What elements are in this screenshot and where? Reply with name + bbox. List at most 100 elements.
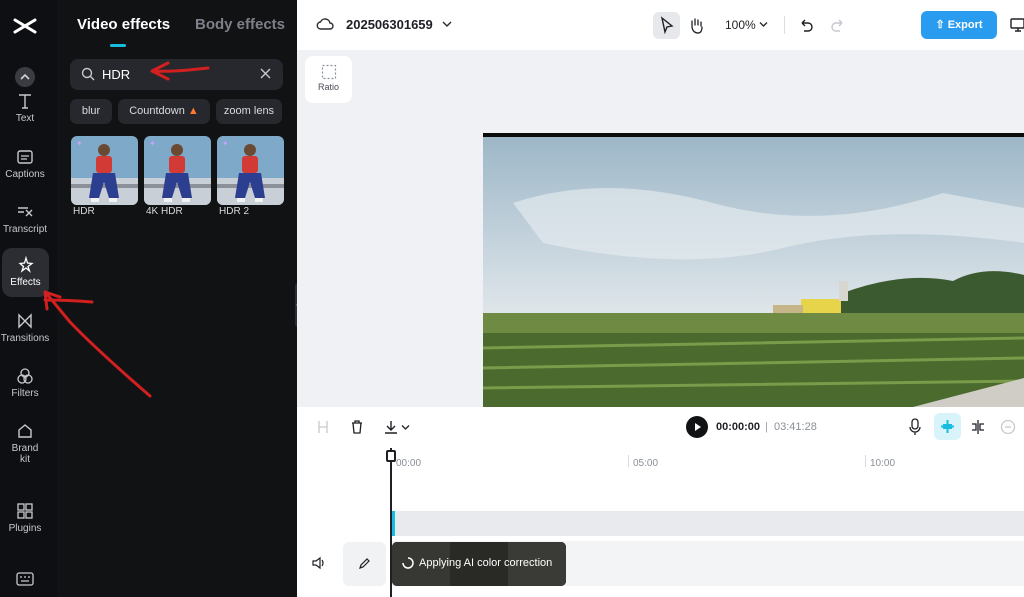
effect-label: HDR 2 [219, 206, 250, 217]
select-tool-button[interactable] [653, 12, 680, 39]
loading-spinner-icon [402, 557, 414, 569]
ruler-label: 10:00 [870, 458, 896, 469]
keyboard-icon[interactable] [16, 572, 34, 586]
tab-body-effects[interactable]: Body effects [195, 16, 285, 33]
rail-item-label: Transcript [2, 224, 48, 235]
export-label: Export [947, 19, 983, 31]
split-range-icon[interactable] [316, 419, 330, 435]
rail-item-text[interactable]: Text [0, 92, 50, 124]
sparkle-icon: ✦ [76, 139, 83, 148]
left-rail: Text Captions Transcript Effects Transit… [0, 0, 57, 597]
microphone-icon[interactable] [908, 418, 922, 436]
rail-item-label: Filters [11, 388, 39, 399]
effects-panel: Video effects Body effects HDR blur Coun… [57, 0, 297, 597]
fire-icon: ▲ [187, 105, 199, 117]
edit-track-button[interactable] [343, 542, 386, 586]
download-icon[interactable] [383, 419, 399, 435]
trash-icon[interactable] [350, 419, 364, 435]
hand-icon [691, 18, 703, 34]
canvas-area: Ratio [297, 50, 1024, 407]
active-tab-indicator [110, 44, 126, 47]
speaker-icon[interactable] [311, 556, 327, 570]
chevron-down-icon[interactable] [442, 20, 452, 28]
chevron-down-icon[interactable] [759, 21, 768, 28]
rail-item-brand-kit[interactable]: Brand kit [0, 422, 50, 465]
ratio-label: Ratio [317, 82, 339, 92]
time-separator: | [765, 421, 768, 433]
ruler-label: 00:00 [396, 458, 422, 469]
rail-item-label: Plugins [8, 523, 42, 534]
chip-zoom-lens[interactable]: zoom lens [216, 99, 282, 124]
export-button[interactable]: ⇧ Export [921, 11, 997, 39]
ruler-tick [865, 455, 866, 467]
rail-item-captions[interactable]: Captions [0, 148, 50, 180]
magnet-snap-button[interactable] [934, 413, 961, 440]
rail-item-transcript[interactable]: Transcript [0, 203, 50, 235]
upload-icon: ⇧ [935, 19, 945, 31]
redo-icon[interactable] [830, 17, 846, 33]
editor-window: Text Captions Transcript Effects Transit… [0, 0, 1024, 597]
aspect-ratio-icon [321, 64, 336, 80]
rail-item-label: Brand [11, 443, 39, 454]
effect-thumbnail-4k-hdr[interactable]: ✦ [144, 136, 211, 205]
rail-item-label: Captions [5, 169, 45, 180]
current-time: 00:00:00 [716, 421, 761, 433]
farm-landscape-image [483, 133, 1024, 407]
hand-tool-button[interactable] [683, 12, 710, 39]
app-logo-icon[interactable] [12, 13, 38, 39]
rail-item-plugins[interactable]: Plugins [0, 502, 50, 534]
video-clip[interactable]: Applying AI color correction [392, 542, 566, 586]
play-button[interactable] [686, 416, 708, 438]
effect-thumbnail-hdr-2[interactable]: ✦ [217, 136, 284, 205]
effect-label: HDR [73, 206, 95, 217]
chevron-down-icon[interactable] [401, 424, 410, 431]
zoom-level[interactable]: 100% [725, 18, 756, 32]
rail-item-filters[interactable]: Filters [0, 367, 50, 399]
toolbar-divider [784, 16, 785, 34]
rail-item-label: Text [15, 113, 35, 124]
playhead[interactable] [390, 448, 392, 597]
zoom-out-icon[interactable] [1000, 419, 1016, 435]
playhead-handle[interactable] [386, 450, 396, 462]
cloud-icon[interactable] [316, 16, 334, 32]
search-icon [81, 67, 95, 81]
effects-icon [17, 256, 34, 274]
chip-blur[interactable]: blur [70, 99, 112, 124]
sparkle-icon: ✦ [149, 139, 156, 148]
collapse-button[interactable] [15, 67, 35, 87]
timeline-toolbar: 00:00:00 | 03:41:28 [297, 407, 1024, 448]
snap-icon [941, 420, 954, 433]
effect-thumbnail-hdr[interactable]: ✦ [71, 136, 138, 205]
chip-countdown[interactable]: Countdown ▲ [118, 99, 210, 124]
chevron-up-icon [20, 73, 30, 80]
project-name[interactable]: 202506301659 [346, 17, 433, 32]
rail-item-label-line2: kit [20, 454, 30, 465]
search-input[interactable]: HDR [102, 67, 130, 82]
text-icon [19, 94, 31, 109]
search-box[interactable]: HDR [70, 59, 283, 90]
tab-video-effects[interactable]: Video effects [77, 16, 170, 33]
split-icon[interactable] [970, 419, 986, 435]
video-track[interactable] [392, 511, 1024, 536]
track-insert-marker [392, 511, 395, 536]
pencil-icon [359, 558, 370, 569]
video-preview[interactable] [483, 133, 1024, 407]
clip-status: Applying AI color correction [419, 557, 553, 569]
brand-kit-icon [18, 424, 32, 438]
total-duration: 03:41:28 [774, 421, 817, 433]
chip-label: blur [81, 105, 101, 117]
rail-item-effects[interactable]: Effects [2, 248, 49, 297]
ruler-tick [628, 455, 629, 467]
rail-item-label: Effects [10, 277, 41, 288]
transitions-icon [18, 313, 32, 329]
ruler-label: 05:00 [633, 458, 659, 469]
chip-label: zoom lens [223, 105, 275, 117]
close-icon[interactable] [259, 67, 272, 80]
monitor-icon[interactable] [1010, 17, 1024, 33]
undo-icon[interactable] [798, 17, 814, 33]
transcript-icon [18, 207, 33, 217]
captions-icon [17, 150, 33, 164]
ratio-button[interactable]: Ratio [305, 56, 352, 103]
chip-label: Countdown [129, 105, 185, 117]
rail-item-transitions[interactable]: Transitions [0, 312, 50, 344]
